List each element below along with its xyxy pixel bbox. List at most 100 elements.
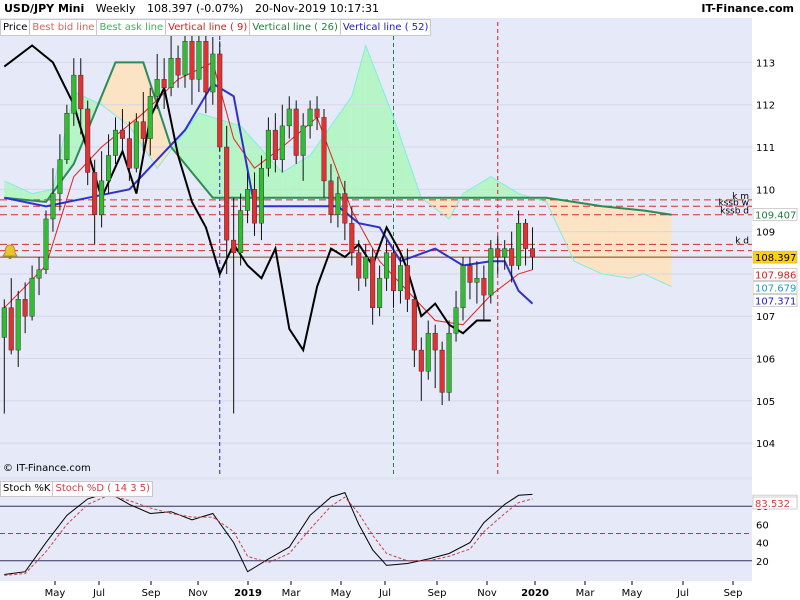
candle-body[interactable] bbox=[161, 79, 167, 89]
candle-body[interactable] bbox=[439, 349, 445, 393]
candle-body[interactable] bbox=[356, 252, 362, 279]
candle-body[interactable] bbox=[112, 129, 118, 156]
cloud-segment bbox=[608, 206, 616, 277]
candle-body[interactable] bbox=[99, 180, 105, 215]
candle-body[interactable] bbox=[370, 256, 376, 308]
candle-body[interactable] bbox=[397, 265, 403, 292]
candle-body[interactable] bbox=[495, 248, 501, 258]
candle-body[interactable] bbox=[50, 193, 56, 220]
legend-best-ask[interactable]: Best ask line bbox=[96, 19, 167, 36]
candle-body[interactable] bbox=[22, 299, 28, 317]
time-tick-label: Jul bbox=[378, 588, 391, 599]
candle-body[interactable] bbox=[147, 96, 153, 139]
candle-body[interactable] bbox=[377, 277, 383, 308]
candle-body[interactable] bbox=[258, 167, 264, 224]
candle-body[interactable] bbox=[272, 129, 278, 160]
candle-body[interactable] bbox=[36, 269, 42, 279]
candle-body[interactable] bbox=[328, 180, 334, 215]
candle-body[interactable] bbox=[106, 155, 112, 182]
candle-body[interactable] bbox=[92, 172, 98, 215]
candle-body[interactable] bbox=[342, 193, 348, 224]
candle-body[interactable] bbox=[231, 239, 237, 253]
level-label: k d bbox=[735, 236, 749, 246]
price-chart[interactable]: k mkssb wkssb dk d 104105106107108109110… bbox=[0, 0, 800, 600]
cloud-segment bbox=[372, 63, 380, 198]
candle-body[interactable] bbox=[133, 121, 139, 169]
candle-body[interactable] bbox=[391, 252, 397, 292]
candle-body[interactable] bbox=[467, 265, 473, 283]
legend-vertical-52[interactable]: Vertical line ( 52) bbox=[339, 19, 432, 36]
candle-body[interactable] bbox=[321, 117, 327, 182]
candle-body[interactable] bbox=[85, 108, 91, 173]
legend-vertical-9[interactable]: Vertical line ( 9) bbox=[165, 19, 251, 36]
candle-body[interactable] bbox=[446, 332, 452, 393]
candle-body[interactable] bbox=[481, 277, 487, 296]
legend-stoch-k[interactable]: Stoch %K bbox=[0, 481, 54, 497]
candle-body[interactable] bbox=[425, 332, 431, 372]
candle-body[interactable] bbox=[189, 41, 195, 80]
candle-body[interactable] bbox=[210, 53, 216, 93]
candle-body[interactable] bbox=[29, 277, 35, 317]
legend-vertical-26[interactable]: Vertical line ( 26) bbox=[249, 19, 341, 36]
time-tick-label: Nov bbox=[188, 588, 208, 599]
candle-body[interactable] bbox=[175, 57, 181, 76]
candle-body[interactable] bbox=[196, 41, 202, 80]
candle-body[interactable] bbox=[279, 125, 285, 160]
candle-body[interactable] bbox=[15, 299, 21, 351]
candle-body[interactable] bbox=[523, 222, 529, 249]
candle-body[interactable] bbox=[78, 74, 84, 110]
candle-body[interactable] bbox=[474, 277, 480, 283]
legend-best-bid[interactable]: Best bid line bbox=[29, 19, 98, 36]
time-tick-label: Sep bbox=[724, 588, 743, 599]
candle-body[interactable] bbox=[300, 125, 306, 156]
candle-body[interactable] bbox=[516, 222, 522, 266]
candle-body[interactable] bbox=[349, 222, 355, 253]
candle-body[interactable] bbox=[453, 307, 459, 334]
time-tick-label: Sep bbox=[142, 588, 161, 599]
time-tick-label: May bbox=[45, 588, 66, 599]
candle-body[interactable] bbox=[418, 349, 424, 372]
price-tick-label: 111 bbox=[756, 143, 775, 154]
candle-body[interactable] bbox=[265, 129, 271, 169]
candle-body[interactable] bbox=[217, 53, 223, 148]
candle-body[interactable] bbox=[119, 129, 125, 139]
candle-body[interactable] bbox=[363, 256, 369, 279]
legend-price[interactable]: Price bbox=[0, 19, 31, 36]
candle-body[interactable] bbox=[64, 112, 70, 160]
candle-body[interactable] bbox=[509, 248, 515, 266]
candle-body[interactable] bbox=[126, 138, 132, 169]
candle-body[interactable] bbox=[335, 193, 341, 215]
candle-body[interactable] bbox=[140, 121, 146, 139]
candle-body[interactable] bbox=[293, 108, 299, 156]
legend-stoch-d[interactable]: Stoch %D ( 14 3 5) bbox=[52, 481, 154, 497]
candle-body[interactable] bbox=[314, 108, 320, 118]
time-tick-label: Mar bbox=[576, 588, 596, 599]
candle-body[interactable] bbox=[432, 332, 438, 351]
time-tick-label: May bbox=[622, 588, 643, 599]
candle-body[interactable] bbox=[245, 189, 251, 211]
candle-body[interactable] bbox=[502, 248, 508, 258]
value-label: 107.371 bbox=[755, 297, 796, 308]
candle-body[interactable] bbox=[488, 248, 494, 296]
candle-body[interactable] bbox=[404, 265, 410, 300]
candle-body[interactable] bbox=[384, 252, 390, 279]
candle-body[interactable] bbox=[286, 108, 292, 127]
candle-body[interactable] bbox=[71, 74, 77, 114]
candle-body[interactable] bbox=[224, 146, 230, 241]
candle-body[interactable] bbox=[43, 218, 49, 270]
candle-body[interactable] bbox=[460, 265, 466, 308]
value-label: 107.679 bbox=[755, 284, 796, 295]
candle-body[interactable] bbox=[251, 189, 257, 224]
candle-body[interactable] bbox=[307, 108, 313, 127]
candle-body[interactable] bbox=[411, 299, 417, 351]
candle-body[interactable] bbox=[168, 57, 174, 89]
candle-body[interactable] bbox=[238, 210, 244, 253]
candle-body[interactable] bbox=[530, 248, 536, 258]
candle-body[interactable] bbox=[57, 159, 63, 194]
candle-body[interactable] bbox=[182, 41, 188, 76]
cloud-segment bbox=[115, 62, 123, 121]
candle-body[interactable] bbox=[154, 79, 160, 97]
candle-body[interactable] bbox=[203, 41, 209, 93]
candle-body[interactable] bbox=[1, 307, 7, 338]
candle-body[interactable] bbox=[8, 307, 14, 351]
